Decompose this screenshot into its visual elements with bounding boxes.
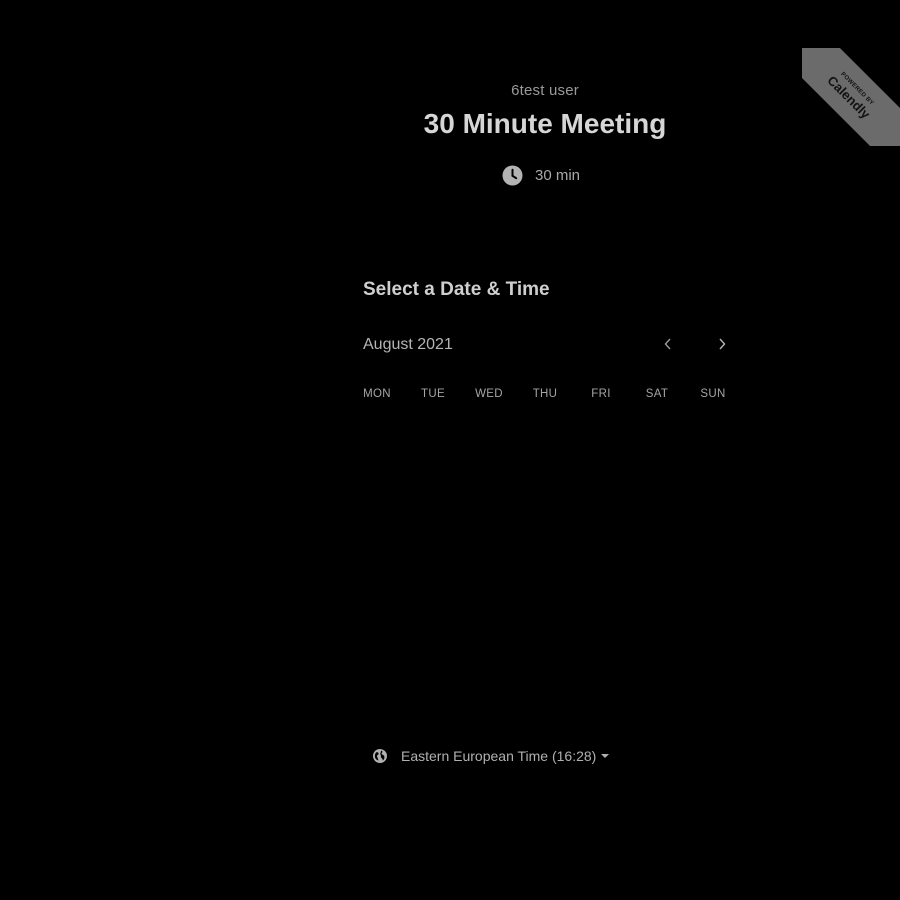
booking-page: POWERED BY Calendly 6test user 30 Minute… — [0, 0, 900, 900]
weekday-thu: THU — [532, 388, 558, 400]
event-title: 30 Minute Meeting — [423, 108, 667, 139]
weekday-sun: SUN — [700, 388, 726, 400]
timezone-label: Eastern European Time (16:28) — [401, 748, 597, 764]
month-label: August 2021 — [363, 336, 453, 353]
weekday-tue: TUE — [421, 388, 445, 400]
weekday-wed: WED — [475, 388, 503, 400]
chevron-right-icon — [717, 337, 727, 356]
caret-down-icon — [601, 754, 610, 758]
previous-month-button[interactable] — [655, 333, 681, 359]
weekday-header: MON TUE WED THU FRI SAT SUN — [349, 388, 741, 400]
organizer-name: 6test user — [511, 82, 579, 99]
timezone-selector[interactable]: Eastern European Time (16:28) — [372, 748, 610, 764]
chevron-left-icon — [663, 337, 673, 356]
next-month-button[interactable] — [709, 333, 735, 359]
weekday-mon: MON — [363, 388, 391, 400]
event-duration: 30 min — [502, 164, 580, 186]
duration-text: 30 min — [535, 166, 581, 184]
clock-icon — [502, 165, 523, 186]
select-date-heading: Select a Date & Time — [363, 279, 550, 300]
weekday-fri: FRI — [591, 388, 611, 400]
globe-icon — [372, 748, 388, 764]
weekday-sat: SAT — [645, 388, 669, 400]
